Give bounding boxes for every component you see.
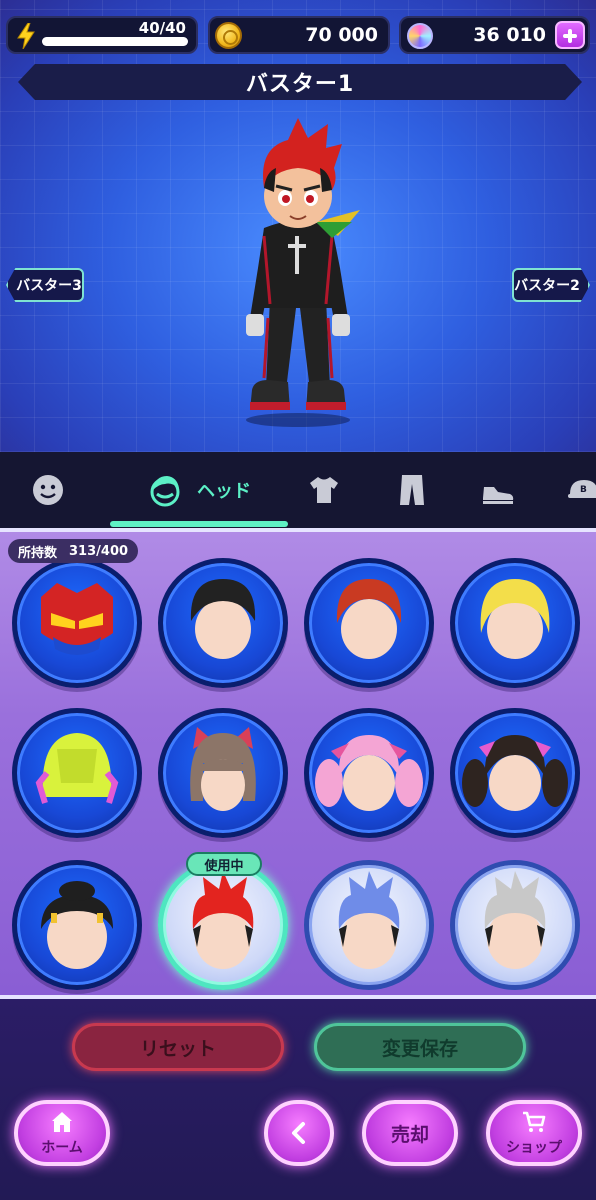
- item-blue-spiky-hair[interactable]: [304, 860, 434, 990]
- item-red-short-hair[interactable]: [304, 558, 434, 688]
- gem-value: 36 010: [473, 24, 546, 46]
- item-pink-twintails[interactable]: [304, 708, 434, 838]
- item-black-twintails[interactable]: [450, 708, 580, 838]
- sell-button[interactable]: 売却: [362, 1100, 458, 1166]
- item-silver-spiky-hair[interactable]: [450, 860, 580, 990]
- blonde-hair-icon: [480, 579, 550, 659]
- black-bun-hair-icon: [41, 881, 113, 969]
- item-blonde-hair[interactable]: [450, 558, 580, 688]
- owned-count-label: 所持数: [18, 545, 58, 561]
- save-changes-button-label: 変更保存: [381, 1037, 458, 1060]
- energy-count: 40/40: [138, 19, 186, 37]
- tab-shoes[interactable]: [474, 464, 522, 516]
- item-cat-ear-bob[interactable]: [158, 708, 288, 838]
- active-tab-indicator: [110, 521, 288, 527]
- character-model: [246, 118, 360, 427]
- character-stage: 40/40 70 000 36 010 バスター1 バスター3 バスター2: [0, 0, 596, 452]
- item-black-short-hair[interactable]: [158, 558, 288, 688]
- lightning-bolt-icon: [17, 23, 35, 49]
- coin-icon: [215, 22, 242, 49]
- home-button[interactable]: ホーム: [14, 1100, 110, 1166]
- shop-button-label: ショップ: [506, 1140, 562, 1156]
- character-name: バスター1: [245, 72, 355, 97]
- item-yellow-helmet[interactable]: [12, 708, 142, 838]
- next-character-label: バスター2: [514, 278, 580, 294]
- in-use-badge: 使用中: [186, 852, 262, 876]
- energy-bar: 40/40: [6, 16, 198, 54]
- tab-head-label: ヘッド: [197, 481, 251, 502]
- pink-twintails-icon: [315, 735, 423, 811]
- silver-spiky-hair-icon: [484, 871, 546, 969]
- category-tab-bar: ヘッド B: [0, 452, 596, 528]
- svg-text:B: B: [580, 485, 587, 495]
- item-hero-mask[interactable]: [12, 558, 142, 688]
- item-black-bun-hair[interactable]: [12, 860, 142, 990]
- energy-fill: [42, 37, 188, 46]
- red-spiky-hair-icon: [192, 871, 254, 969]
- energy-track: [42, 37, 188, 46]
- gem-icon: [407, 23, 433, 49]
- tab-head[interactable]: ヘッド: [110, 464, 288, 516]
- face-icon: [33, 475, 63, 505]
- chevron-left-icon: [292, 1122, 305, 1144]
- next-character-button[interactable]: バスター2: [512, 268, 590, 302]
- shirt-icon: [310, 477, 338, 503]
- inventory-panel: 所持数 313/400 使用中: [0, 532, 596, 995]
- item-red-spiky-hair[interactable]: [158, 860, 288, 990]
- cap-icon: B: [568, 480, 596, 498]
- coin-balance: 70 000: [208, 16, 390, 54]
- cat-ear-bob-icon: [190, 727, 256, 811]
- tab-cap[interactable]: B: [564, 464, 596, 516]
- tab-face[interactable]: [28, 464, 68, 516]
- blue-spiky-hair-icon: [338, 871, 400, 969]
- pants-icon: [400, 475, 424, 505]
- gem-balance: 36 010: [399, 16, 590, 54]
- coin-value: 70 000: [305, 24, 378, 46]
- home-button-label: ホーム: [41, 1140, 83, 1156]
- previous-character-button[interactable]: バスター3: [6, 268, 84, 302]
- black-short-hair-icon: [190, 579, 256, 659]
- owned-count-value: 313/400: [69, 543, 129, 559]
- cart-icon: [523, 1111, 546, 1132]
- bottom-area: リセット 変更保存 ホーム 売却 ショップ: [0, 999, 596, 1200]
- hero-mask-icon: [41, 583, 113, 655]
- reset-button-label: リセット: [139, 1037, 216, 1060]
- home-icon: [52, 1112, 72, 1132]
- black-twintails-icon: [462, 735, 568, 811]
- previous-character-label: バスター3: [16, 278, 82, 294]
- shoe-icon: [483, 487, 514, 504]
- tab-bottom[interactable]: [392, 464, 432, 516]
- save-changes-button[interactable]: 変更保存: [314, 1023, 526, 1071]
- sell-button-label: 売却: [390, 1123, 429, 1146]
- tab-top[interactable]: [300, 464, 348, 516]
- hair-icon: [150, 476, 180, 507]
- character-name-banner: バスター1: [18, 64, 582, 100]
- add-gems-button[interactable]: [555, 21, 585, 49]
- back-button[interactable]: [264, 1100, 334, 1166]
- yellow-helmet-icon: [35, 733, 119, 804]
- shop-button[interactable]: ショップ: [486, 1100, 582, 1166]
- reset-button[interactable]: リセット: [72, 1023, 284, 1071]
- owned-count-badge: 所持数 313/400: [8, 539, 139, 563]
- red-short-hair-icon: [336, 579, 402, 659]
